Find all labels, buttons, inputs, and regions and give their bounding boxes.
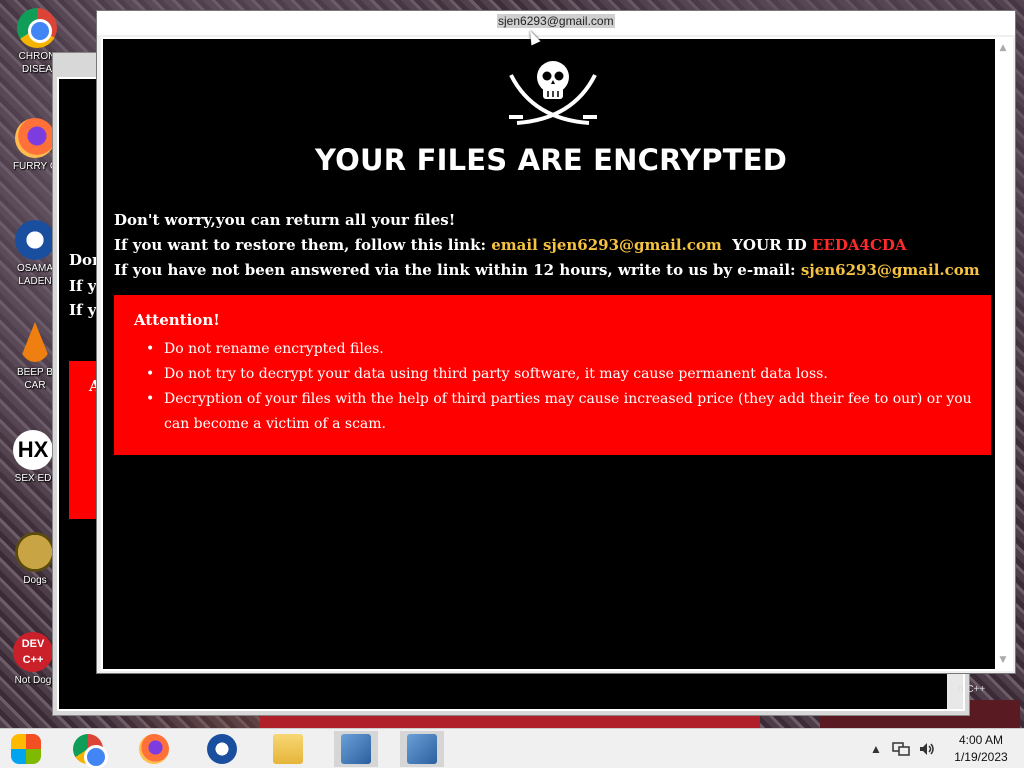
volume-icon[interactable]	[918, 729, 936, 768]
clock-time: 4:00 AM	[958, 733, 1004, 747]
attention-item: Do not try to decrypt your data using th…	[134, 362, 990, 387]
vlc-cone-icon	[19, 322, 51, 362]
ransom-window[interactable]: sjen6293@gmail.com YOUR FILES ARE ENCRYP…	[96, 10, 1016, 674]
scroll-up-icon[interactable]: ▲	[998, 43, 1008, 53]
attention-item: Decryption of your files with the help o…	[134, 387, 990, 437]
obama-icon	[207, 734, 237, 764]
taskbar: ▲ 4:00 AM 1/19/2023	[0, 728, 1024, 768]
start-icon	[11, 734, 41, 764]
firefox-icon	[139, 734, 169, 764]
attention-item: Do not rename encrypted files.	[134, 337, 990, 362]
chrome-icon	[17, 8, 57, 48]
setup-icon	[341, 734, 371, 764]
victim-id: EEDA4CDA	[812, 236, 907, 254]
file-explorer-icon	[273, 734, 303, 764]
attention-list: Do not rename encrypted files. Do not tr…	[134, 337, 990, 437]
obama-icon	[15, 220, 55, 260]
desktop-icon-sex-ed[interactable]: HX SEX ED	[8, 430, 58, 485]
restore-email[interactable]: email sjen6293@gmail.com	[491, 236, 722, 254]
window-title: sjen6293@gmail.com	[497, 14, 615, 28]
restore-line: If you want to restore them, follow this…	[114, 236, 907, 254]
scroll-down-icon[interactable]: ▼	[998, 655, 1008, 665]
setup-icon	[407, 734, 437, 764]
devcpp-icon: DEV C++	[13, 632, 53, 672]
vertical-scrollbar[interactable]: ▲ ▼	[995, 39, 1011, 669]
taskbar-file-explorer[interactable]	[266, 731, 310, 767]
headline: YOUR FILES ARE ENCRYPTED	[315, 143, 787, 177]
contact-email[interactable]: sjen6293@gmail.com	[801, 261, 980, 279]
dog-icon	[15, 532, 55, 572]
firefox-icon	[15, 118, 55, 158]
clock-date: 1/19/2023	[954, 750, 1008, 764]
network-icon[interactable]	[892, 729, 910, 768]
id-label: YOUR ID	[732, 236, 807, 254]
attention-title: Attention!	[134, 311, 220, 329]
taskbar-firefox[interactable]	[132, 731, 176, 767]
window-title-bar[interactable]: sjen6293@gmail.com	[97, 11, 1015, 35]
ransom-content: YOUR FILES ARE ENCRYPTED Don't worry,you…	[101, 37, 1013, 671]
skull-crossed-swords-icon	[509, 61, 597, 125]
show-hidden-icons[interactable]: ▲	[870, 729, 882, 768]
start-button[interactable]	[4, 731, 48, 767]
back-status-text: n C++	[958, 684, 986, 695]
chrome-icon	[73, 734, 108, 768]
taskbar-setup-2[interactable]	[400, 731, 444, 767]
contact-prefix: If you have not been answered via the li…	[114, 261, 796, 279]
reassurance-line: Don't worry,you can return all your file…	[114, 211, 456, 229]
taskbar-obama[interactable]	[200, 731, 244, 767]
taskbar-setup-1[interactable]	[334, 731, 378, 767]
contact-line: If you have not been answered via the li…	[114, 261, 980, 279]
desktop-icon-label: Not Dog	[14, 675, 52, 686]
chevron-up-icon: ▲	[870, 742, 882, 756]
attention-box: Attention! Do not rename encrypted files…	[114, 295, 991, 455]
desktop-icon-label: SEX ED	[14, 473, 52, 484]
restore-prefix: If you want to restore them, follow this…	[114, 236, 486, 254]
hx-icon: HX	[13, 430, 53, 470]
system-clock[interactable]: 4:00 AM 1/19/2023	[944, 732, 1018, 766]
taskbar-chrome[interactable]	[66, 731, 110, 768]
desktop-icon-devcpp[interactable]: DEV C++ Not Dog	[8, 632, 58, 687]
